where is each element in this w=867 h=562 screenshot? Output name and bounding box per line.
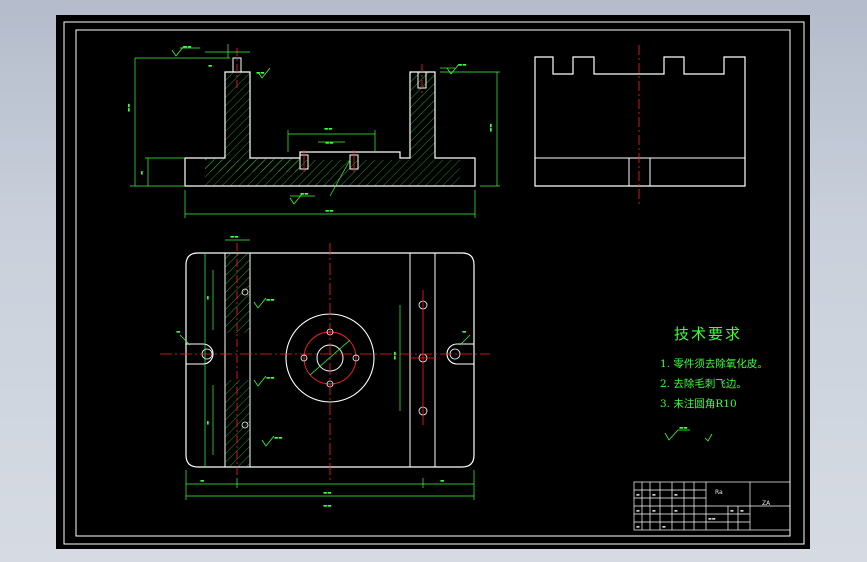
svg-text:▬: ▬ [206, 421, 211, 425]
svg-text:▬▬: ▬▬ [127, 103, 132, 112]
svg-text:▬▬: ▬▬ [393, 351, 398, 360]
section-hatch-right [410, 72, 435, 160]
svg-text:▬: ▬ [636, 492, 640, 497]
svg-text:▬: ▬ [208, 64, 212, 69]
requirement-item: 1. 零件须去除氧化皮。 [660, 358, 768, 370]
svg-text:▬▬: ▬▬ [679, 426, 688, 431]
svg-text:▬: ▬ [636, 508, 640, 513]
svg-text:▬: ▬ [674, 492, 678, 497]
svg-text:▬: ▬ [440, 479, 444, 484]
svg-text:▬: ▬ [140, 171, 145, 175]
svg-text:▬: ▬ [176, 330, 180, 335]
title-block-mark: ZA [762, 500, 771, 507]
base-hatch [210, 160, 460, 186]
svg-text:▬: ▬ [740, 508, 744, 513]
technical-requirements-title: 技术要求 [674, 325, 743, 343]
svg-text:▬: ▬ [730, 508, 734, 513]
svg-text:▬▬: ▬▬ [324, 127, 333, 132]
svg-text:▬▬: ▬▬ [274, 436, 283, 441]
svg-text:▬: ▬ [462, 330, 466, 335]
svg-text:▬▬: ▬▬ [266, 298, 275, 303]
svg-text:▬: ▬ [674, 508, 678, 513]
svg-text:▬: ▬ [206, 296, 211, 300]
svg-text:▬▬: ▬▬ [325, 141, 334, 146]
requirement-item: 3. 未注圆角R10 [660, 398, 737, 410]
svg-text:▬: ▬ [636, 524, 640, 529]
svg-text:▬▬: ▬▬ [230, 235, 239, 240]
svg-text:▬▬: ▬▬ [256, 71, 265, 76]
svg-text:▬▬: ▬▬ [708, 516, 716, 521]
section-hatch-base [205, 158, 210, 186]
title-block-mark: Ra [715, 489, 723, 496]
svg-text:▬▬: ▬▬ [300, 192, 309, 197]
svg-text:▬▬: ▬▬ [489, 123, 494, 132]
svg-text:▬▬: ▬▬ [323, 491, 332, 496]
drawing-sheet: ▬▬ ▬▬ ▬ ▬▬ ▬▬ ▬▬ ▬▬ ▬▬ ▬▬ ▬▬ ▬ ▬▬ ▬▬ ▬ ▬… [56, 15, 810, 549]
requirement-item: 2. 去除毛刺飞边。 [660, 378, 747, 390]
svg-text:▬: ▬ [200, 479, 204, 484]
svg-text:▬: ▬ [652, 508, 656, 513]
svg-text:▬▬: ▬▬ [266, 376, 275, 381]
svg-text:▬▬: ▬▬ [183, 45, 192, 50]
svg-text:▬: ▬ [652, 492, 656, 497]
svg-text:▬▬: ▬▬ [325, 209, 334, 214]
svg-text:▬: ▬ [662, 524, 666, 529]
svg-text:▬▬: ▬▬ [323, 504, 332, 509]
svg-text:▬▬: ▬▬ [458, 63, 467, 68]
